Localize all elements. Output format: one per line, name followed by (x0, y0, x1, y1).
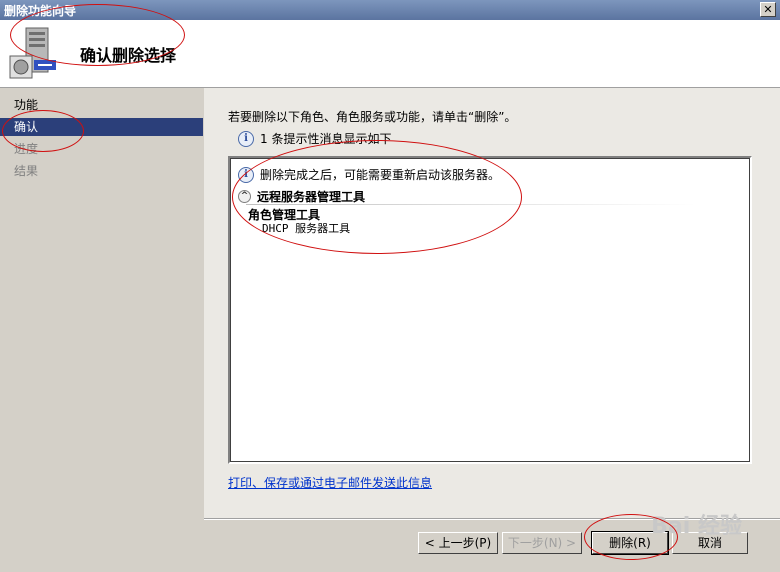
info-icon: i (238, 166, 254, 183)
nav-item-features[interactable]: 功能 (0, 96, 203, 114)
wizard-header: 确认删除选择 (0, 20, 780, 88)
next-button: 下一步(N) > (502, 532, 582, 554)
nav-item-confirm[interactable]: 确认 (0, 118, 203, 136)
window-title: 删除功能向导 (4, 4, 77, 18)
close-button[interactable]: ✕ (760, 2, 776, 17)
nav-item-progress: 进度 (14, 142, 39, 156)
watermark: Bai 经验 (651, 514, 742, 539)
page-title: 确认删除选择 (80, 46, 177, 65)
group-title: 远程服务器管理工具 (257, 190, 366, 204)
restart-message: i 删除完成之后，可能需要重新启动该服务器。 (238, 166, 500, 183)
main-content: 若要删除以下角色、角色服务或功能，请单击“删除”。 i 1 条提示性消息显示如下… (204, 88, 780, 518)
restart-message-text: 删除完成之后，可能需要重新启动该服务器。 (260, 168, 501, 182)
message-count-text: 1 条提示性消息显示如下 (260, 132, 392, 146)
server-wizard-icon (9, 27, 56, 79)
title-bar: 删除功能向导 ✕ (0, 0, 780, 20)
message-count: i 1 条提示性消息显示如下 (238, 130, 391, 147)
close-icon: ✕ (763, 3, 773, 16)
nav-item-results: 结果 (14, 164, 39, 178)
wizard-nav: 功能 确认 进度 结果 (0, 88, 204, 572)
list-item: DHCP 服务器工具 (262, 222, 351, 235)
confirmation-list[interactable]: i 删除完成之后，可能需要重新启动该服务器。 ^ 远程服务器管理工具 角色管理工… (228, 156, 752, 464)
instruction-text: 若要删除以下角色、角色服务或功能，请单击“删除”。 (228, 110, 517, 124)
print-save-email-link[interactable]: 打印、保存或通过电子邮件发送此信息 (228, 474, 432, 491)
previous-button[interactable]: < 上一步(P) (418, 532, 498, 554)
group-divider (246, 204, 696, 205)
info-icon: i (238, 130, 254, 147)
group-header[interactable]: ^ 远程服务器管理工具 (238, 188, 365, 205)
collapse-icon[interactable]: ^ (238, 190, 251, 203)
